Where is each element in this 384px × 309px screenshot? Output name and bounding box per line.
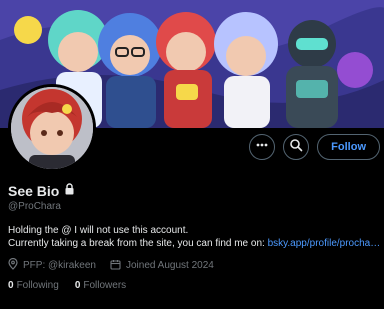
bio-link[interactable]: bsky.app/profile/procha… xyxy=(268,238,380,249)
bio-line-2-text: Currently taking a break from the site, … xyxy=(8,238,268,249)
follow-stats: 0 Following 0 Followers xyxy=(8,280,126,291)
name-row: See Bio xyxy=(8,182,75,200)
follow-button[interactable]: Follow xyxy=(317,134,380,160)
bio-line-1: Holding the @ I will not use this accoun… xyxy=(8,225,189,236)
location-icon xyxy=(8,257,18,273)
profile-actions: Follow xyxy=(249,134,380,160)
avatar[interactable] xyxy=(8,84,96,172)
pfp-credit-text: PFP: @kirakeen xyxy=(23,260,96,271)
calendar-icon xyxy=(110,259,121,273)
pfp-credit: PFP: @kirakeen xyxy=(8,257,96,273)
followers-count: 0 xyxy=(74,280,81,291)
profile-meta: PFP: @kirakeen Joined August 2024 xyxy=(8,257,214,273)
followers-label: Followers xyxy=(83,280,127,291)
following-label: Following xyxy=(16,280,59,291)
followers-stat[interactable]: 0 Followers xyxy=(75,280,126,291)
handle: @ProChara xyxy=(8,201,61,212)
bio: Holding the @ I will not use this accoun… xyxy=(8,224,380,250)
following-count: 0 xyxy=(8,280,14,291)
more-icon xyxy=(255,138,269,157)
search-button[interactable] xyxy=(283,134,310,160)
lock-icon xyxy=(64,182,75,200)
more-button[interactable] xyxy=(249,134,276,160)
following-stat[interactable]: 0 Following xyxy=(8,280,59,291)
join-date: Joined August 2024 xyxy=(110,259,214,273)
join-date-text: Joined August 2024 xyxy=(125,260,214,271)
display-name: See Bio xyxy=(8,183,60,199)
avatar-illustration xyxy=(11,87,93,169)
search-icon xyxy=(289,138,303,157)
bio-line-2: Currently taking a break from the site, … xyxy=(8,237,380,250)
